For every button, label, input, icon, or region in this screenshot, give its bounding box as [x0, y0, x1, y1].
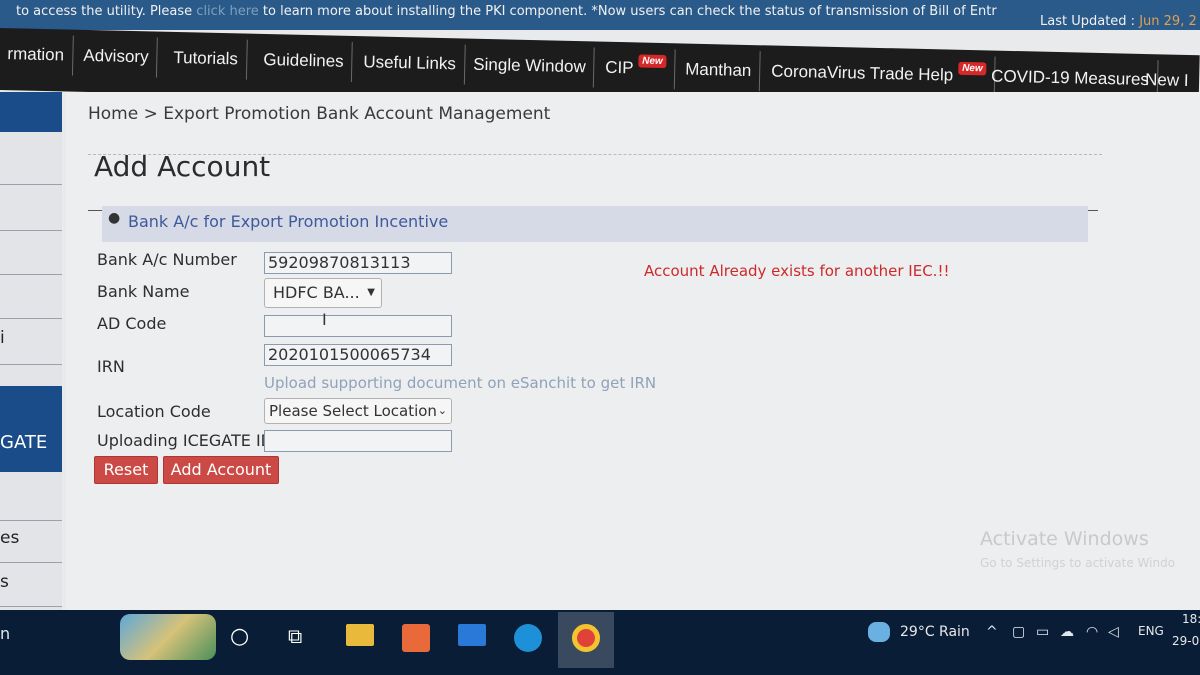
error-message: Account Already exists for another IEC.!… [644, 262, 950, 280]
activate-windows-subtext: Go to Settings to activate Windo [980, 556, 1176, 570]
main-content: Home > Export Promotion Bank Account Man… [66, 92, 1200, 610]
task-view-icon[interactable]: ⧉ [288, 624, 316, 652]
bank-name-select[interactable]: HDFC BA... ▼ [264, 278, 382, 308]
file-explorer-icon[interactable] [346, 624, 374, 646]
sidebar-header [0, 92, 62, 132]
icegate-id-input[interactable] [264, 430, 452, 452]
page-title: Add Account [94, 150, 271, 183]
language-indicator[interactable]: ENG [1138, 624, 1164, 638]
nav-label: CIP [605, 57, 634, 78]
widget-landscape-icon[interactable] [120, 614, 216, 660]
left-sidebar: i GATE es s [0, 92, 62, 612]
location-code-select[interactable]: Please Select Location ⌄ [264, 398, 452, 424]
bullet-icon: ● [108, 210, 121, 226]
nav-item-single-window[interactable]: Single Window [464, 44, 596, 88]
sidebar-divider [0, 606, 62, 607]
nav-item-tutorials[interactable]: Tutorials [164, 37, 248, 80]
location-code-label: Location Code [97, 402, 211, 421]
text-cursor-icon: I [322, 310, 327, 329]
new-badge: New [638, 54, 667, 69]
section-header: ● Bank A/c for Export Promotion Incentiv… [102, 206, 1088, 242]
meet-now-icon[interactable]: ▢ [1012, 624, 1025, 640]
weather-text[interactable]: 29°C Rain [900, 624, 970, 640]
nav-item-coronavirus-trade-help[interactable]: CoronaVirus Trade Help New [762, 51, 996, 97]
ticker-banner: to access the utility. Please click here… [0, 0, 1200, 30]
nav-label: rmation [7, 44, 65, 65]
sidebar-item[interactable]: s [0, 572, 9, 592]
mail-icon[interactable] [458, 624, 486, 646]
bank-ac-number-input[interactable]: 59209870813113 [264, 252, 452, 274]
sidebar-divider [0, 364, 62, 365]
bank-name-value: HDFC BA... [273, 283, 360, 302]
irn-input[interactable]: 2020101500065734 [264, 344, 452, 366]
icegate-id-label: Uploading ICEGATE ID [97, 431, 273, 450]
bank-name-label: Bank Name [97, 282, 190, 301]
nav-label: Useful Links [363, 52, 457, 74]
nav-item-cip[interactable]: CIP New [596, 47, 677, 90]
nav-item-guidelines[interactable]: Guidelines [254, 39, 354, 83]
nav-item-information[interactable]: rmation [0, 33, 74, 76]
chevron-down-icon: ⌄ [437, 404, 447, 417]
weather-cloud-icon [868, 622, 890, 642]
nav-label: CoronaVirus Trade Help [771, 61, 954, 85]
sidebar-icegate-block[interactable]: GATE [0, 386, 62, 472]
sidebar-item-icegate: GATE [0, 432, 48, 453]
sidebar-item[interactable]: i [0, 328, 5, 348]
onedrive-icon[interactable]: ☁ [1060, 624, 1074, 640]
sidebar-divider [0, 520, 62, 521]
sidebar-item: n [0, 624, 11, 643]
add-account-button[interactable]: Add Account [163, 456, 279, 484]
ticker-text-start: to access the utility. Please [16, 4, 193, 19]
section-title: Bank A/c for Export Promotion Incentive [128, 212, 449, 231]
volume-icon[interactable]: ◁ [1108, 624, 1119, 640]
nav-item-useful-links[interactable]: Useful Links [354, 42, 466, 85]
nav-item-manthan[interactable]: Manthan [676, 49, 761, 92]
sidebar-divider [0, 562, 62, 563]
nav-label: Advisory [83, 45, 149, 67]
chrome-icon[interactable] [572, 624, 600, 652]
nav-label: New I [1144, 69, 1189, 90]
sidebar-divider [0, 230, 62, 231]
wifi-icon[interactable]: ◠ [1086, 624, 1098, 640]
breadcrumb[interactable]: Home > Export Promotion Bank Account Man… [88, 104, 550, 124]
ad-code-label: AD Code [97, 314, 167, 333]
ticker-click-here-link[interactable]: click here [196, 4, 258, 19]
ticker-text-end: to learn more about installing the PKI c… [262, 4, 997, 19]
sidebar-divider [0, 318, 62, 319]
irn-label: IRN [97, 357, 125, 376]
chevron-up-icon[interactable]: ^ [986, 624, 998, 640]
dropdown-arrow-icon: ▼ [367, 287, 375, 298]
location-code-value: Please Select Location [269, 402, 437, 420]
last-updated-date: Jun 29, 2 [1139, 14, 1197, 29]
clock-time[interactable]: 18: [1182, 612, 1200, 626]
nav-item-advisory[interactable]: Advisory [74, 35, 159, 78]
nav-label: Single Window [473, 54, 586, 77]
nav-label: COVID-19 Measures [990, 66, 1150, 90]
battery-icon[interactable]: ▭ [1036, 624, 1049, 640]
clock-date[interactable]: 29-06 [1172, 634, 1200, 648]
sidebar-divider [0, 274, 62, 275]
last-updated: Last Updated : Jun 29, 2 [1040, 14, 1197, 29]
windows-taskbar: n ○ ⧉ 29°C Rain ^ ▢ ▭ ☁ ◠ ◁ ENG 18: 29-0… [0, 610, 1200, 675]
reset-button[interactable]: Reset [94, 456, 158, 484]
bank-ac-label: Bank A/c Number [97, 250, 237, 269]
edge-icon[interactable] [514, 624, 542, 652]
sidebar-divider [0, 184, 62, 185]
nav-label: Guidelines [263, 49, 344, 71]
nav-label: Tutorials [173, 47, 239, 69]
activate-windows-watermark: Activate Windows [980, 528, 1149, 550]
irn-hint: Upload supporting document on eSanchit t… [264, 374, 657, 392]
last-updated-label: Last Updated : [1040, 14, 1136, 29]
search-icon[interactable]: ○ [230, 624, 258, 652]
store-icon[interactable] [402, 624, 430, 652]
ad-code-input[interactable] [264, 315, 452, 337]
nav-label: Manthan [685, 59, 752, 81]
sidebar-item[interactable]: es [0, 528, 19, 548]
